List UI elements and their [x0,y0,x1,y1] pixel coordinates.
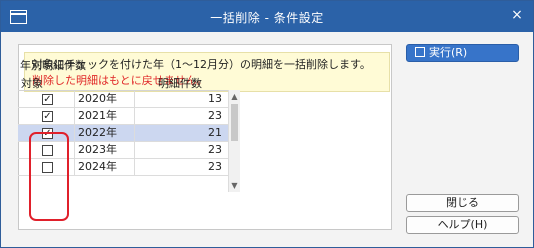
count-cell: 21 [134,125,228,141]
close-icon[interactable]: × [510,7,524,23]
count-cell: 23 [134,108,228,124]
scroll-up-icon[interactable]: ▲ [229,91,240,102]
execute-icon [415,47,425,57]
grid-header: 対象 明細件数 [18,74,240,90]
execute-label: 実行(R) [429,46,468,59]
row-checkbox[interactable]: ✓ [42,111,53,122]
execute-button[interactable]: 実行(R) [406,44,519,62]
help-button[interactable]: ヘルプ(H) [406,216,519,234]
section-label: 年別明細件数 [20,59,86,72]
row-checkbox[interactable]: ✓ [42,94,53,105]
window-title: 一括削除 - 条件設定 [210,11,324,25]
dialog-window: 一括削除 - 条件設定 × 対象にチェックを付けた年（1～12月分）の明細を一括… [0,0,534,248]
year-cell: 2023年 [74,142,134,158]
check-cell: ✓ [18,108,74,124]
scroll-thumb[interactable] [231,104,238,141]
title-bar: 一括削除 - 条件設定 × [1,1,533,32]
column-header-target: 対象 [21,77,43,90]
table-row[interactable]: ✓ 2021年 23 [18,108,228,125]
year-cell: 2020年 [74,91,134,107]
count-cell: 23 [134,159,228,175]
table-row[interactable]: ✓ 2020年 13 [18,91,228,108]
year-cell: 2021年 [74,108,134,124]
year-cell: 2024年 [74,159,134,175]
grid-scrollbar[interactable]: ▲ ▼ [228,90,240,192]
scroll-down-icon[interactable]: ▼ [229,180,240,191]
check-cell: ✓ [18,91,74,107]
column-header-count: 明細件数 [158,77,202,90]
count-cell: 13 [134,91,228,107]
close-button[interactable]: 閉じる [406,194,519,212]
annotation-highlight [29,132,69,221]
count-cell: 23 [134,142,228,158]
year-cell: 2022年 [74,125,134,141]
